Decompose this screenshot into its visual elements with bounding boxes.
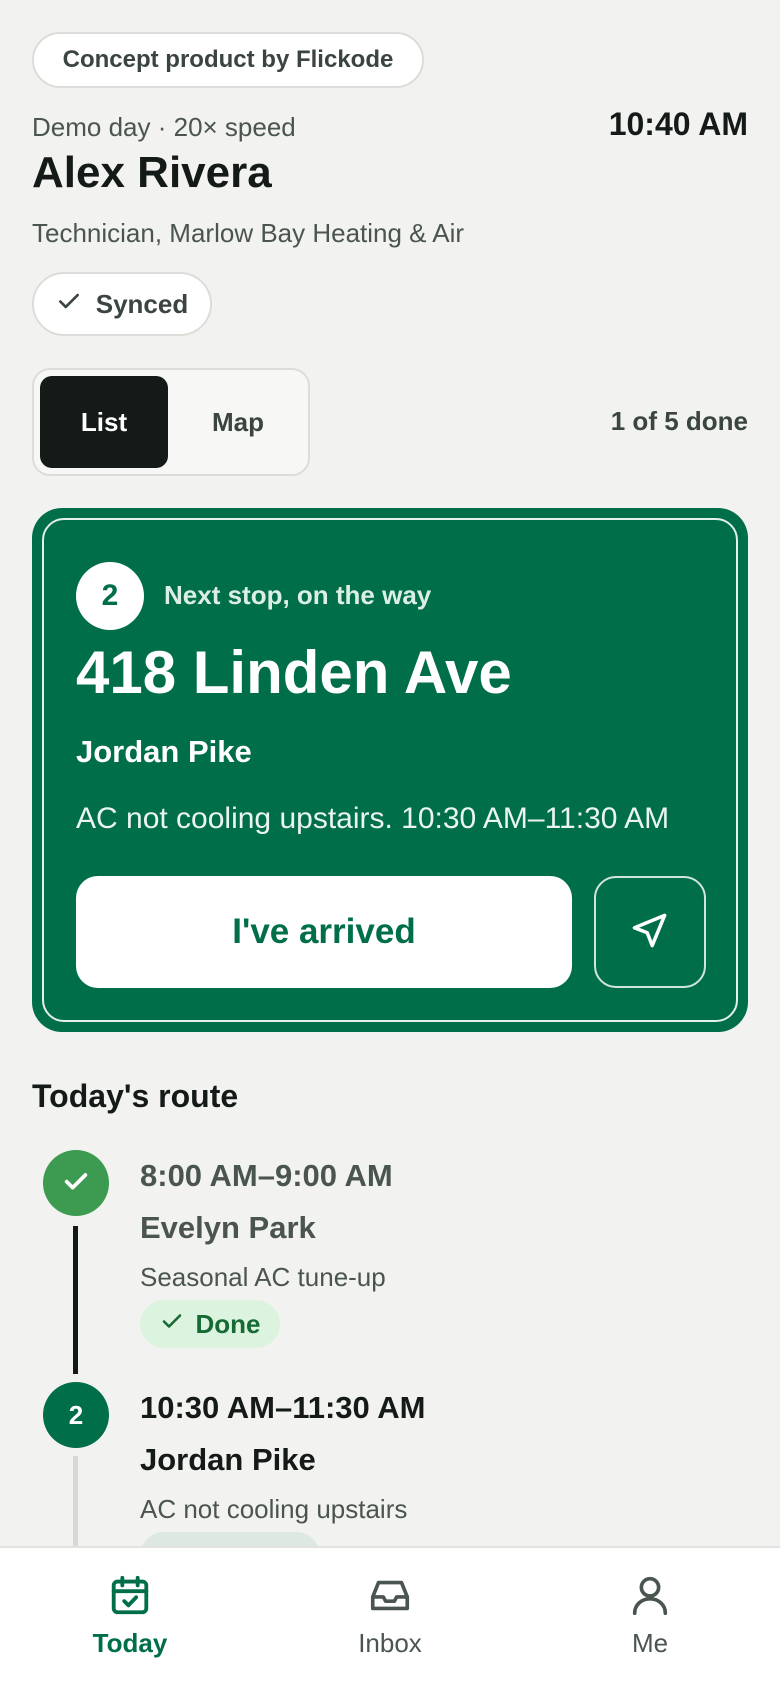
check-icon <box>60 1165 92 1202</box>
stop-time: 8:00 AM–9:00 AM <box>140 1158 393 1193</box>
tab-me-label: Me <box>631 1628 669 1658</box>
next-stop-card: 2 Next stop, on the way 418 Linden Ave J… <box>32 508 748 1032</box>
arrived-button[interactable]: I've arrived <box>76 876 572 988</box>
tab-inbox-label: Inbox <box>358 1628 422 1658</box>
inbox-icon <box>367 1572 413 1618</box>
stop-customer: Evelyn Park <box>140 1210 316 1245</box>
stop-number-marker: 2 <box>43 1382 109 1448</box>
check-icon <box>56 288 82 321</box>
tab-today[interactable]: Today <box>0 1548 260 1688</box>
stop-customer: Jordan Pike <box>140 1442 316 1477</box>
timeline-connector-pending <box>73 1456 78 1546</box>
next-stop-address: 418 Linden Ave <box>76 639 512 706</box>
stop-description: Seasonal AC tune-up <box>140 1262 386 1292</box>
tab-today-label: Today <box>92 1628 168 1658</box>
done-status-badge: Done <box>140 1300 280 1348</box>
timeline-connector-done <box>73 1226 78 1374</box>
sync-status-badge: Synced <box>32 272 212 336</box>
calendar-check-icon <box>107 1572 153 1618</box>
technician-name: Alex Rivera <box>32 148 272 197</box>
stop-done-marker <box>43 1150 109 1216</box>
technician-company: Technician, Marlow Bay Heating & Air <box>32 218 465 248</box>
navigation-arrow-icon <box>628 908 672 957</box>
view-toggle: List Map <box>32 368 310 476</box>
progress-count: 1 of 5 done <box>610 406 748 436</box>
next-stop-description: AC not cooling upstairs. 10:30 AM–11:30 … <box>76 802 670 835</box>
stop-status-badge <box>140 1532 320 1546</box>
navigate-button[interactable] <box>594 876 706 988</box>
stop-time: 10:30 AM–11:30 AM <box>140 1390 426 1425</box>
stop-description: AC not cooling upstairs <box>140 1494 408 1524</box>
done-status-label: Done <box>195 1308 261 1339</box>
next-stop-number: 2 <box>76 562 144 630</box>
bottom-tab-bar: Today Inbox Me <box>0 1546 780 1688</box>
next-stop-customer: Jordan Pike <box>76 734 252 769</box>
demo-speed-label: Demo day · 20× speed <box>32 112 296 142</box>
sync-status-label: Synced <box>95 288 189 319</box>
check-icon <box>160 1309 184 1340</box>
list-view-button[interactable]: List <box>40 376 168 468</box>
concept-badge: Concept product by Flickode <box>32 32 424 88</box>
user-icon <box>627 1572 673 1618</box>
map-view-button[interactable]: Map <box>174 376 302 468</box>
route-title: Today's route <box>32 1078 239 1114</box>
today-screen: Concept product by Flickode Demo day · 2… <box>0 0 780 1546</box>
current-time: 10:40 AM <box>608 106 748 142</box>
tab-me[interactable]: Me <box>520 1548 780 1688</box>
next-stop-label: Next stop, on the way <box>164 580 432 610</box>
tab-inbox[interactable]: Inbox <box>260 1548 520 1688</box>
